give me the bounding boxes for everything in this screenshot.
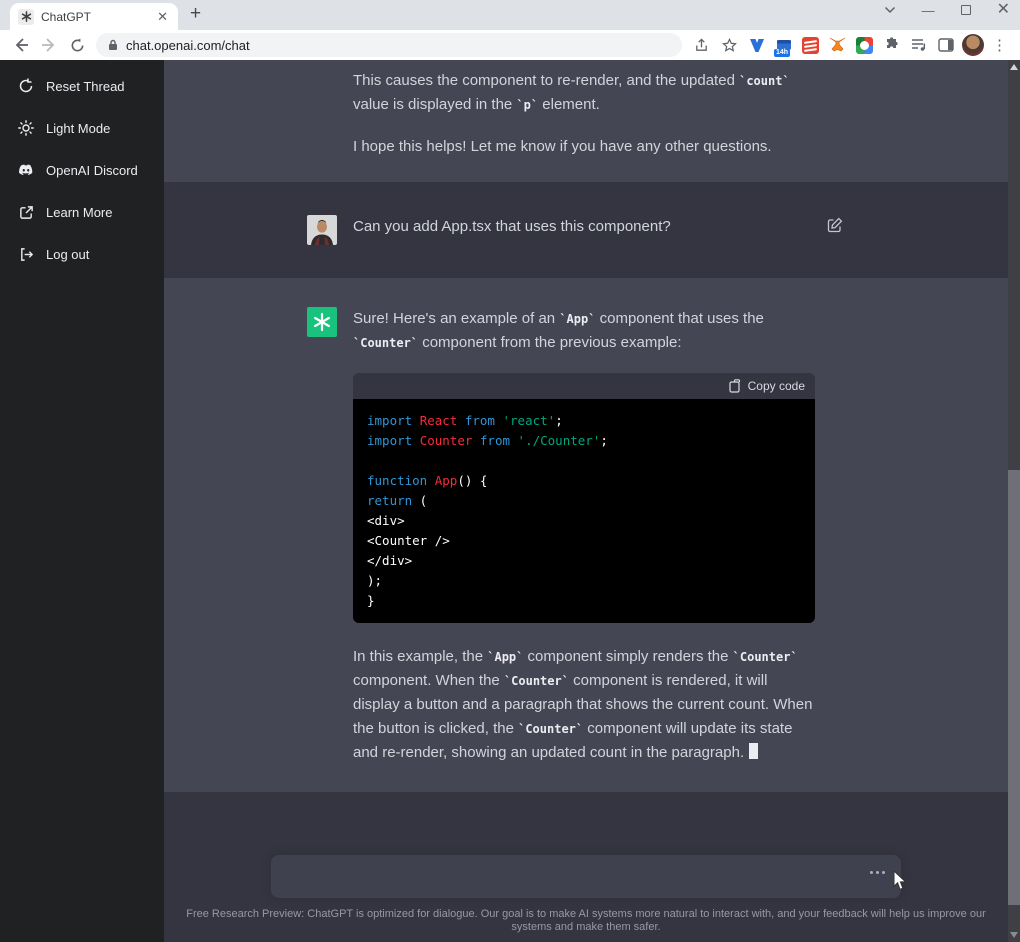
url-text: chat.openai.com/chat [126, 38, 250, 53]
share-icon[interactable] [688, 32, 714, 58]
reading-list-icon[interactable] [906, 33, 931, 58]
assistant-outro-text: In this example, the `App` component sim… [353, 645, 815, 765]
copy-code-label: Copy code [748, 374, 805, 398]
extension-todoist-icon[interactable] [798, 33, 823, 58]
new-tab-button[interactable]: + [190, 3, 201, 25]
browser-window: ChatGPT ✕ + — ✕ chat.openai.com/chat [0, 0, 1020, 942]
sidebar-item-learn-more[interactable]: Learn More [4, 192, 160, 232]
assistant-intro-text: Sure! Here's an example of an `App` comp… [353, 307, 815, 355]
window-close-button[interactable]: ✕ [997, 2, 1010, 18]
assistant-message-previous: This causes the component to re-render, … [164, 60, 1008, 182]
sidebar-item-label: Log out [46, 247, 89, 262]
sun-icon [18, 120, 34, 136]
side-panel-icon[interactable] [933, 33, 958, 58]
extension-metamask-icon[interactable] [825, 33, 850, 58]
browser-tab-chatgpt[interactable]: ChatGPT ✕ [10, 3, 178, 30]
logout-icon [18, 246, 34, 262]
code-content[interactable]: import React from 'react';import Counter… [353, 399, 815, 623]
extension-v-icon[interactable] [744, 33, 769, 58]
tab-strip: ChatGPT ✕ + — ✕ [0, 0, 1020, 30]
user-message-text: Can you add App.tsx that uses this compo… [353, 215, 815, 239]
streaming-cursor [749, 743, 758, 759]
external-link-icon [18, 204, 34, 220]
composer-area: Free Research Preview: ChatGPT is optimi… [164, 792, 1008, 942]
assistant-paragraph: This causes the component to re-render, … [353, 69, 815, 117]
sidebar-item-label: Reset Thread [46, 79, 125, 94]
reload-button[interactable] [64, 32, 90, 58]
user-avatar [307, 215, 337, 245]
browser-menu-kebab-icon[interactable]: ⋮ [987, 33, 1012, 58]
browser-profile-avatar[interactable] [960, 33, 985, 58]
chatgpt-avatar [307, 307, 337, 337]
scrollbar-up-arrow-icon[interactable] [1010, 64, 1018, 70]
address-bar[interactable]: chat.openai.com/chat [96, 33, 682, 57]
extension-timer-icon[interactable]: 14h [771, 33, 796, 58]
extension-badge: 14h [774, 49, 790, 57]
tab-title: ChatGPT [41, 10, 148, 24]
assistant-message-current: Sure! Here's an example of an `App` comp… [164, 278, 1008, 792]
discord-icon [18, 162, 34, 178]
edit-message-icon[interactable] [827, 217, 843, 278]
sidebar-item-label: Light Mode [46, 121, 110, 136]
bookmark-star-icon[interactable] [716, 32, 742, 58]
sidebar-item-light-mode[interactable]: Light Mode [4, 108, 160, 148]
window-maximize-button[interactable] [961, 5, 971, 15]
chat-main: This causes the component to re-render, … [164, 60, 1008, 942]
clipboard-icon [729, 379, 742, 393]
window-minimize-button[interactable]: — [922, 4, 935, 17]
page-scrollbar[interactable] [1008, 60, 1020, 942]
tab-close-icon[interactable]: ✕ [155, 8, 170, 25]
tab-search-chevron-icon[interactable] [884, 6, 896, 14]
chatgpt-sidebar: Reset Thread Light Mode OpenAI Discord L… [0, 60, 164, 942]
code-block: Copy code import React from 'react';impo… [353, 373, 815, 623]
extensions-puzzle-icon[interactable] [879, 33, 904, 58]
refresh-icon [18, 78, 34, 94]
sidebar-item-reset-thread[interactable]: Reset Thread [4, 66, 160, 106]
sidebar-item-log-out[interactable]: Log out [4, 234, 160, 274]
mouse-cursor [893, 870, 908, 891]
sidebar-item-label: OpenAI Discord [46, 163, 138, 178]
openai-favicon-icon [18, 9, 34, 25]
browser-toolbar: chat.openai.com/chat 14h [0, 30, 1020, 60]
sidebar-item-label: Learn More [46, 205, 112, 220]
user-message-row: Can you add App.tsx that uses this compo… [164, 182, 1008, 278]
scrollbar-thumb[interactable] [1008, 470, 1020, 905]
streaming-dots-indicator [870, 871, 885, 874]
copy-code-button[interactable]: Copy code [729, 374, 805, 398]
sidebar-item-openai-discord[interactable]: OpenAI Discord [4, 150, 160, 190]
extension-capture-icon[interactable] [852, 33, 877, 58]
assistant-paragraph: I hope this helps! Let me know if you ha… [353, 135, 815, 159]
prompt-input[interactable] [271, 855, 901, 898]
back-button[interactable] [8, 32, 34, 58]
scrollbar-down-arrow-icon[interactable] [1010, 932, 1018, 938]
lock-icon [108, 39, 118, 51]
footer-disclaimer: Free Research Preview: ChatGPT is optimi… [168, 908, 1004, 934]
forward-button[interactable] [36, 32, 62, 58]
code-block-header: Copy code [353, 373, 815, 399]
